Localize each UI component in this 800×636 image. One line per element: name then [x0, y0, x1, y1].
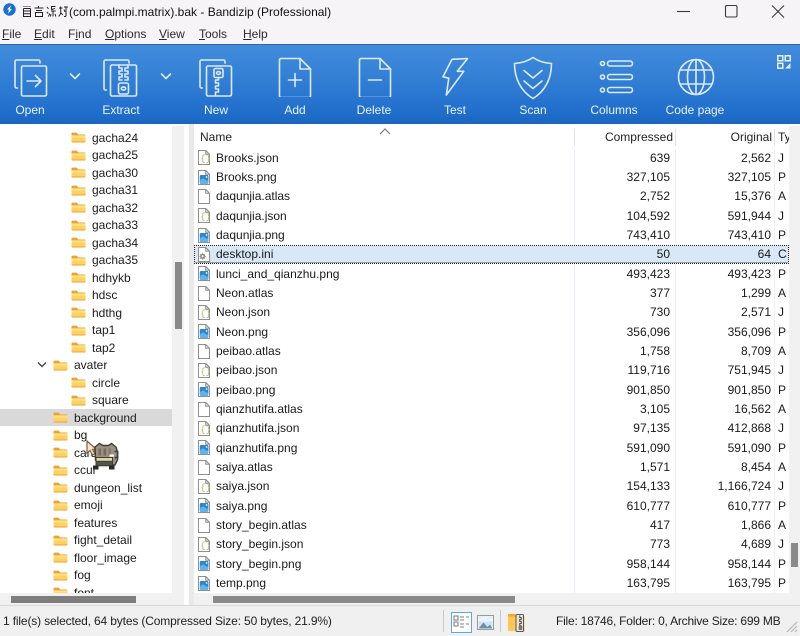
svg-text:{}: {} [200, 309, 210, 319]
svg-text:{}: {} [200, 483, 210, 493]
svg-text:{}: {} [200, 425, 210, 435]
svg-text:{}: {} [200, 541, 210, 551]
svg-text:{}: {} [200, 367, 210, 377]
svg-text:{}: {} [200, 212, 210, 222]
svg-text:{}: {} [200, 154, 210, 164]
